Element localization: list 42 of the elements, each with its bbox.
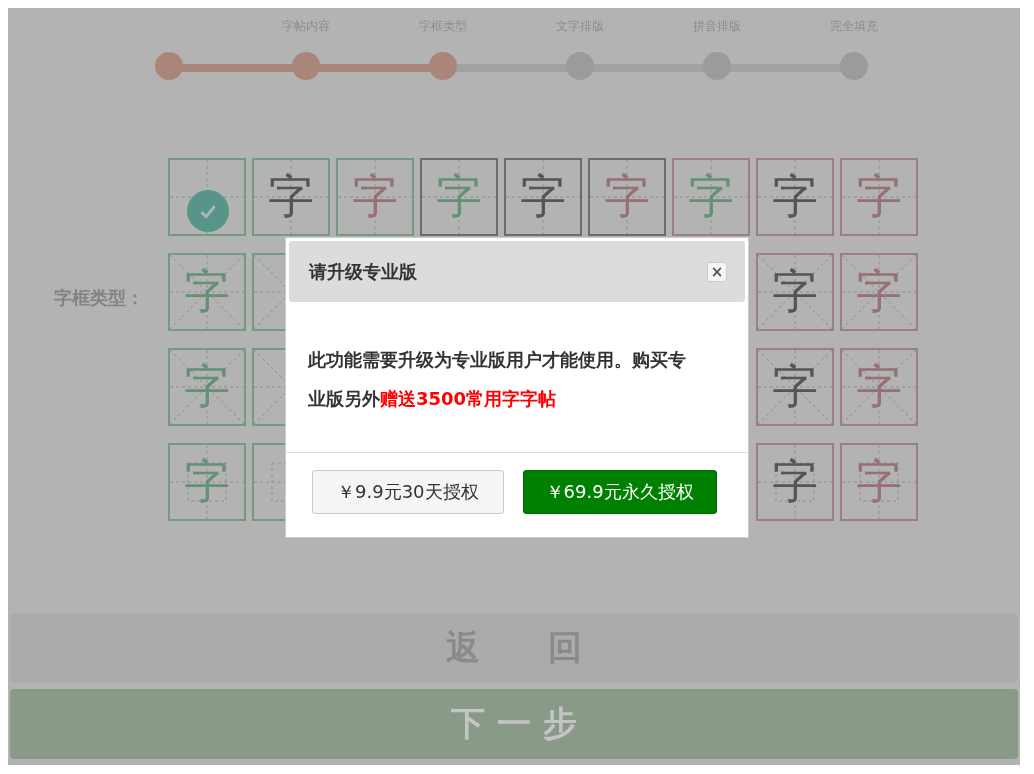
character: 字 (856, 263, 902, 320)
character: 字 (856, 168, 902, 225)
character-cell[interactable]: 字 (672, 158, 750, 236)
character-cell[interactable]: 字 (588, 158, 666, 236)
character: 字 (184, 358, 230, 415)
character-cell[interactable]: 字 (840, 443, 918, 521)
character: 字 (184, 453, 230, 510)
character: 字 (520, 168, 566, 225)
character-cell[interactable]: 字 (756, 443, 834, 521)
character-cell[interactable]: 字 (168, 253, 246, 331)
check-icon (187, 190, 229, 232)
character: 字 (772, 453, 818, 510)
character: 字 (856, 358, 902, 415)
character-cell[interactable]: 字 (420, 158, 498, 236)
character: 字 (772, 358, 818, 415)
character-cell[interactable]: 字 (840, 158, 918, 236)
dialog-title: 请升级专业版 (309, 259, 417, 284)
character-cell[interactable]: 字 (840, 348, 918, 426)
character: 字 (352, 168, 398, 225)
character: 字 (268, 168, 314, 225)
character-cell[interactable]: 字 (168, 443, 246, 521)
character: 字 (436, 168, 482, 225)
close-button[interactable]: × (707, 261, 727, 282)
character: 字 (184, 263, 230, 320)
character-cell[interactable] (168, 158, 246, 236)
character-cell[interactable]: 字 (252, 158, 330, 236)
next-step-button[interactable]: 下 一 步 (10, 689, 1018, 759)
character: 字 (856, 453, 902, 510)
character-cell[interactable]: 字 (336, 158, 414, 236)
monthly-license-button[interactable]: ￥9.9元30天授权 (312, 470, 504, 514)
character-cell[interactable]: 字 (504, 158, 582, 236)
character-cell[interactable]: 字 (168, 348, 246, 426)
character: 字 (688, 168, 734, 225)
character: 字 (772, 263, 818, 320)
character: 字 (604, 168, 650, 225)
character: 字 (772, 168, 818, 225)
character-cell[interactable]: 字 (756, 253, 834, 331)
character-cell[interactable]: 字 (756, 348, 834, 426)
lifetime-license-button[interactable]: ￥69.9元永久授权 (522, 470, 717, 514)
character-cell[interactable]: 字 (840, 253, 918, 331)
dialog-message: 此功能需要升级为专业版用户才能使用。购买专业版另外赠送3500常用字字帖 (286, 302, 748, 453)
character-cell[interactable]: 字 (756, 158, 834, 236)
